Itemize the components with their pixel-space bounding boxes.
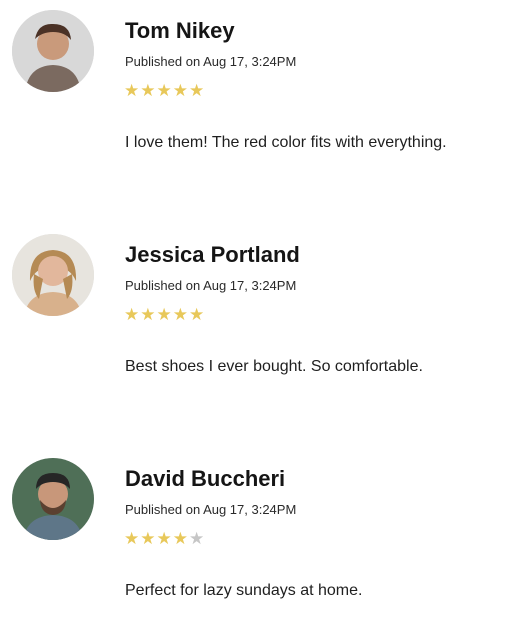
reviewer-name: Jessica Portland [125,242,300,267]
star-icon: ★ [124,529,140,548]
reviewer-name: David Buccheri [125,466,286,491]
star-icon: ★ [140,81,156,100]
avatar [12,10,94,92]
review-card: Tom Nikey Published on Aug 17, 3:24PM ★ ★… [0,8,511,188]
star-icon: ★ [189,529,205,548]
star-icon: ★ [156,529,172,548]
star-rating: ★ ★ ★ ★ ★ [124,530,204,548]
published-date: Published on Aug 17, 3:24PM [125,278,297,293]
star-icon: ★ [156,81,172,100]
reviewer-name: Tom Nikey [125,18,235,43]
published-date: Published on Aug 17, 3:24PM [125,502,297,517]
star-icon: ★ [140,529,156,548]
star-icon: ★ [172,81,188,100]
avatar-image [12,10,94,92]
avatar [12,234,94,316]
star-icon: ★ [124,81,140,100]
star-icon: ★ [172,529,188,548]
star-icon: ★ [156,305,172,324]
star-icon: ★ [140,305,156,324]
review-comment: Perfect for lazy sundays at home. [125,582,363,599]
avatar-image [12,234,94,316]
star-icon: ★ [124,305,140,324]
star-rating: ★ ★ ★ ★ ★ [124,306,204,324]
review-comment: Best shoes I ever bought. So comfortable… [125,358,423,375]
star-icon: ★ [189,305,205,324]
star-rating: ★ ★ ★ ★ ★ [124,82,204,100]
review-card: David Buccheri Published on Aug 17, 3:24… [0,456,511,636]
review-card: Jessica Portland Published on Aug 17, 3:… [0,232,511,412]
published-date: Published on Aug 17, 3:24PM [125,54,297,69]
star-icon: ★ [189,81,205,100]
avatar-image [12,458,94,540]
avatar [12,458,94,540]
review-comment: I love them! The red color fits with eve… [125,134,447,151]
star-icon: ★ [172,305,188,324]
